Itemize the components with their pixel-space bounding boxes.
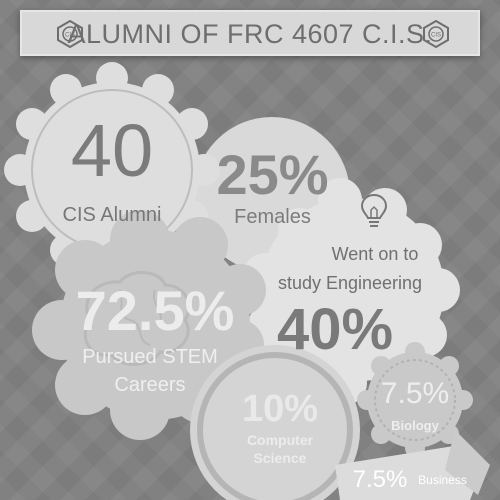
females-label: Females xyxy=(234,206,311,228)
engineering-label-line2: study Engineering xyxy=(277,273,423,293)
stem-label-line2: Careers xyxy=(114,374,186,396)
stem-percent: 72.5% xyxy=(75,279,235,342)
alumni-count: 40 xyxy=(70,109,154,192)
computer-science-label-line2: Science xyxy=(253,450,307,466)
business-label: Business xyxy=(418,473,467,487)
computer-science-percent: 10% xyxy=(241,388,319,430)
biology-label: Biology xyxy=(391,418,439,433)
engineering-label-line1: Went on to xyxy=(331,244,419,264)
stem-label-line1: Pursued STEM xyxy=(82,346,218,368)
alumni-label: CIS Alumni xyxy=(62,204,162,226)
engineering-percent: 40% xyxy=(276,297,394,362)
computer-science-label-line1: Computer xyxy=(246,432,314,448)
biology-percent: 7.5% xyxy=(380,377,450,410)
lightbulb-icon xyxy=(360,193,388,227)
business-percent: 7.5% xyxy=(352,466,408,493)
females-percent: 25% xyxy=(216,143,329,206)
